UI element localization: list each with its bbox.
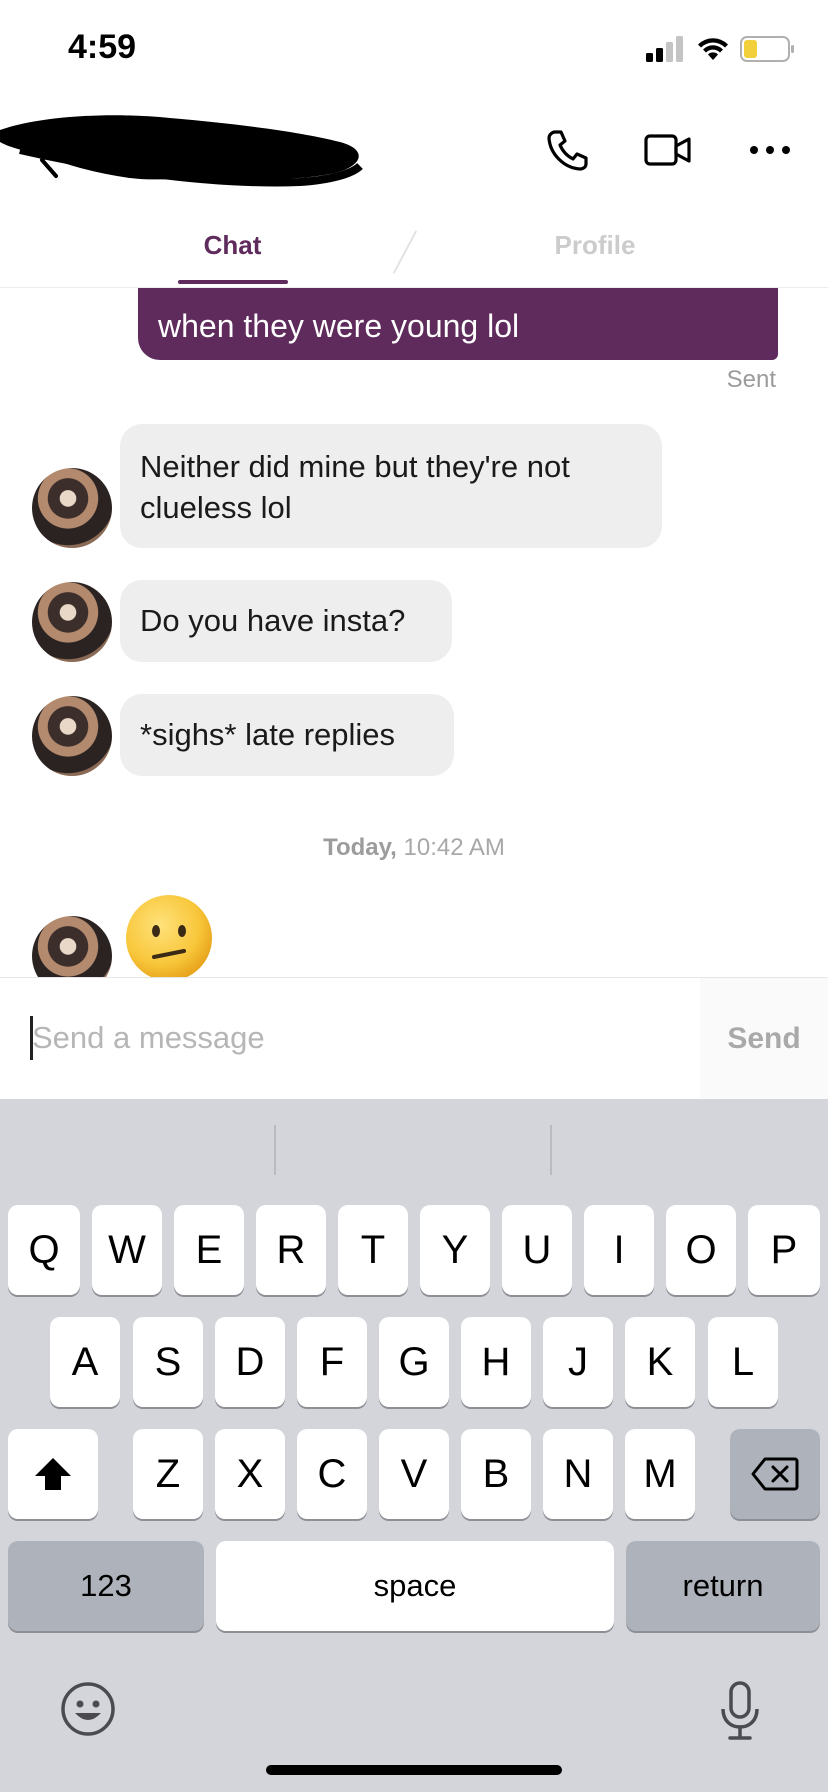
confused-face-emoji[interactable] (124, 893, 214, 978)
timestamp-day: Today, (323, 834, 397, 861)
status-bar: 4:59 (0, 0, 828, 100)
key-x[interactable]: X (215, 1429, 285, 1519)
key-r[interactable]: R (256, 1205, 326, 1295)
avatar[interactable] (32, 916, 112, 978)
key-c[interactable]: C (297, 1429, 367, 1519)
emoji-keyboard-button[interactable] (56, 1677, 120, 1741)
key-l[interactable]: L (708, 1317, 778, 1407)
key-i[interactable]: I (584, 1205, 654, 1295)
message-status: Sent (726, 366, 776, 393)
incoming-message-text: Do you have insta? (140, 603, 406, 638)
key-u[interactable]: U (502, 1205, 572, 1295)
dictation-button[interactable] (710, 1673, 770, 1749)
avatar[interactable] (32, 468, 112, 548)
video-call-button[interactable] (638, 120, 698, 180)
signal-icon (646, 36, 683, 62)
key-a[interactable]: A (50, 1317, 120, 1407)
message-timestamp: Today, 10:42 AM (0, 834, 828, 862)
backspace-icon (751, 1457, 799, 1491)
home-indicator[interactable] (266, 1765, 562, 1775)
incoming-message[interactable]: Neither did mine but they're not clueles… (120, 424, 662, 548)
send-button[interactable]: Send (727, 1022, 800, 1056)
avatar[interactable] (32, 696, 112, 776)
chat-header: Chat Profile (0, 100, 828, 288)
key-q[interactable]: Q (8, 1205, 80, 1295)
key-f[interactable]: F (297, 1317, 367, 1407)
call-button[interactable] (538, 120, 598, 180)
on-screen-keyboard: Q W E R T Y U I O P A S D F G H J K L Z … (0, 1099, 828, 1792)
key-w[interactable]: W (92, 1205, 162, 1295)
outgoing-message[interactable]: when they were young lol (138, 288, 778, 360)
incoming-message[interactable]: Do you have insta? (120, 580, 452, 662)
key-s[interactable]: S (133, 1317, 203, 1407)
message-composer: Send (0, 977, 828, 1100)
key-g[interactable]: G (379, 1317, 449, 1407)
incoming-message[interactable]: *sighs* late replies (120, 694, 454, 776)
emoji-icon (61, 1682, 115, 1736)
backspace-key[interactable] (730, 1429, 820, 1519)
status-time: 4:59 (68, 28, 137, 66)
shift-key[interactable] (8, 1429, 98, 1519)
tab-divider (392, 230, 418, 274)
phone-icon (547, 130, 588, 171)
more-options-button[interactable] (740, 120, 800, 180)
text-caret (30, 1016, 33, 1060)
tab-profile[interactable]: Profile (530, 230, 660, 261)
key-n[interactable]: N (543, 1429, 613, 1519)
key-e[interactable]: E (174, 1205, 244, 1295)
active-tab-indicator (178, 280, 288, 284)
microphone-icon (721, 1681, 759, 1740)
key-m[interactable]: M (625, 1429, 695, 1519)
message-input[interactable] (28, 1006, 678, 1070)
space-key[interactable]: space (216, 1541, 614, 1631)
key-y[interactable]: Y (420, 1205, 490, 1295)
numbers-key[interactable]: 123 (8, 1541, 204, 1631)
ellipsis-icon (750, 146, 790, 154)
wifi-icon (698, 38, 728, 60)
tab-bar: Chat Profile (0, 210, 828, 288)
key-j[interactable]: J (543, 1317, 613, 1407)
video-camera-icon (644, 134, 691, 166)
key-p[interactable]: P (748, 1205, 820, 1295)
suggestion-divider (274, 1125, 276, 1175)
key-k[interactable]: K (625, 1317, 695, 1407)
message-list[interactable]: when they were young lol Sent Neither di… (0, 288, 828, 978)
key-t[interactable]: T (338, 1205, 408, 1295)
redacted-contact-name (0, 115, 363, 187)
battery-icon (740, 36, 794, 62)
key-d[interactable]: D (215, 1317, 285, 1407)
return-key[interactable]: return (626, 1541, 820, 1631)
suggestion-divider (550, 1125, 552, 1175)
key-b[interactable]: B (461, 1429, 531, 1519)
incoming-message-text: *sighs* late replies (140, 717, 396, 752)
timestamp-time: 10:42 AM (403, 834, 505, 861)
incoming-message-line: Neither did mine but they're not (140, 449, 570, 484)
key-v[interactable]: V (379, 1429, 449, 1519)
tab-chat[interactable]: Chat (170, 230, 295, 261)
send-area: Send (700, 978, 828, 1100)
key-z[interactable]: Z (133, 1429, 203, 1519)
key-o[interactable]: O (666, 1205, 736, 1295)
avatar[interactable] (32, 582, 112, 662)
shift-arrow-icon (35, 1458, 71, 1490)
status-icons (646, 34, 796, 64)
key-h[interactable]: H (461, 1317, 531, 1407)
outgoing-message-text: when they were young lol (158, 308, 520, 344)
incoming-message-line: clueless lol (140, 490, 292, 525)
